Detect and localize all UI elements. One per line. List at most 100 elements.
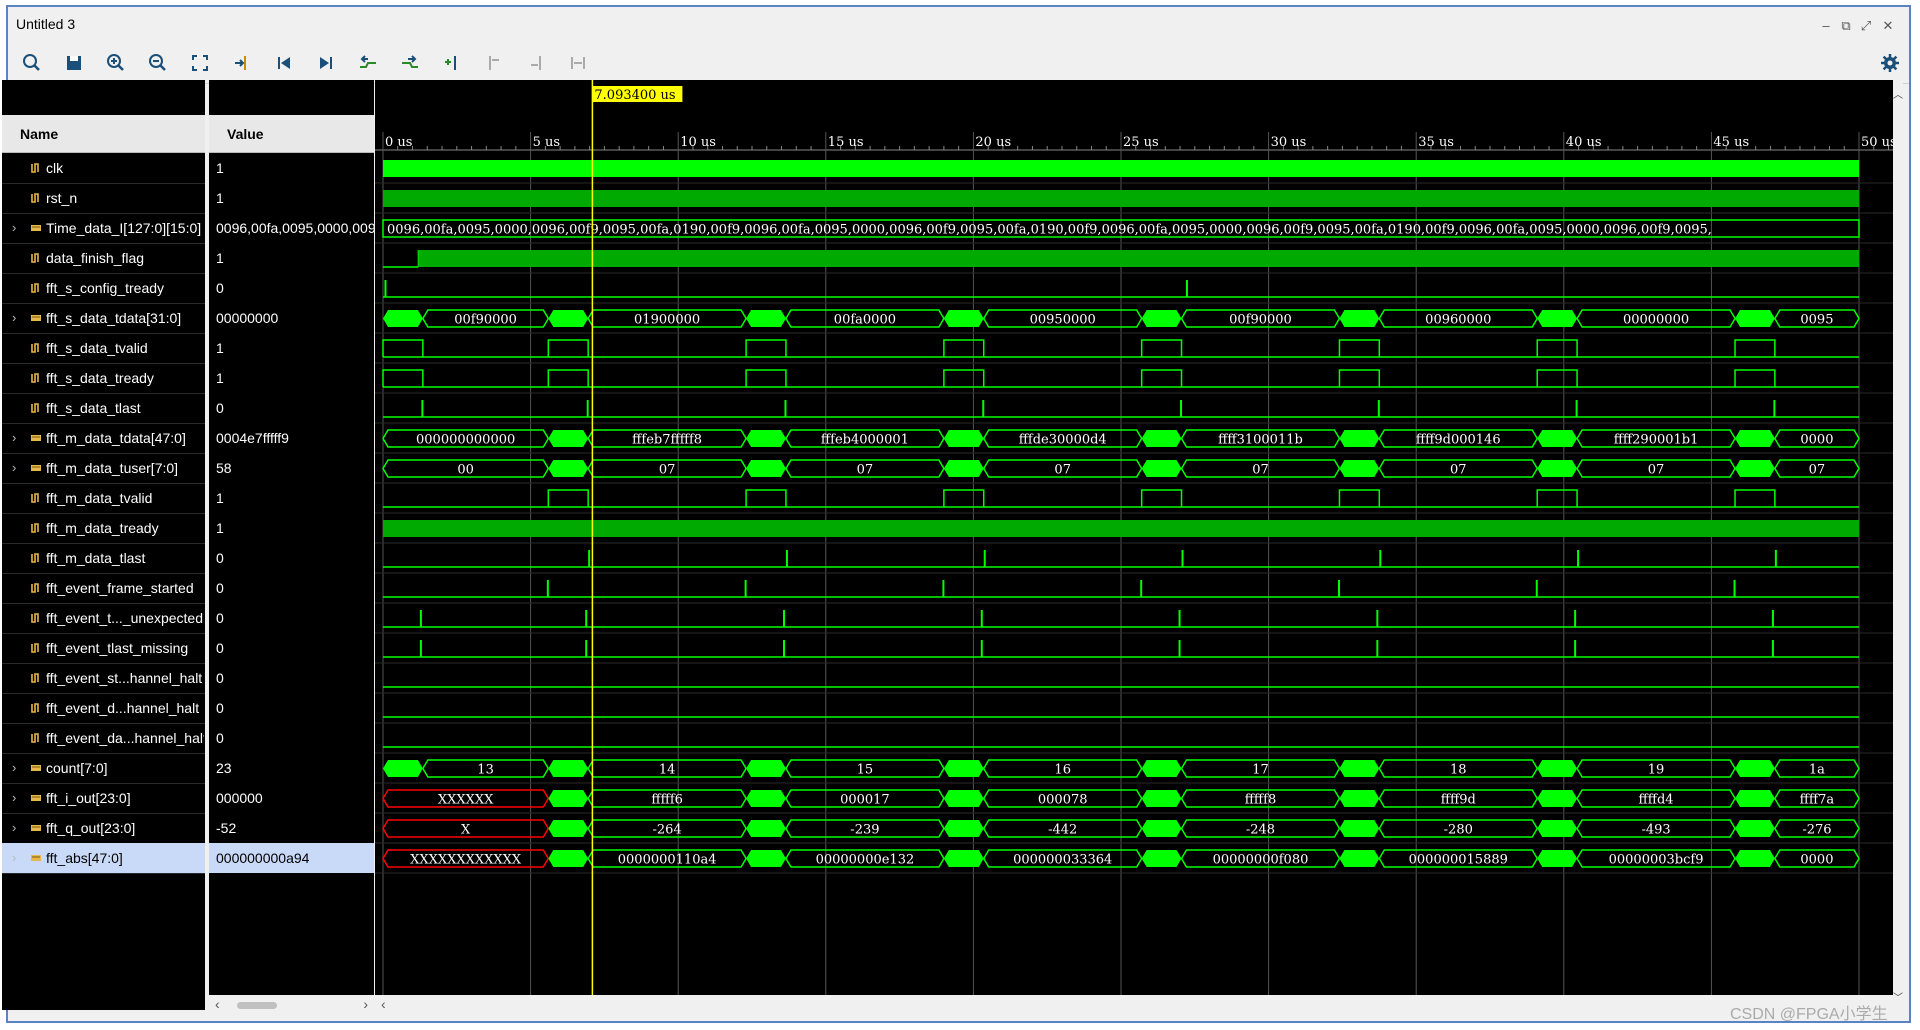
signal-row-fft-s-data-tvalid[interactable]: fft_s_data_tvalid [2, 333, 205, 363]
signal-value: 58 [216, 460, 232, 476]
maximize-icon[interactable]: ⤢ [1859, 19, 1873, 33]
bit-signal-icon [31, 733, 39, 743]
zoom-out-icon[interactable] [146, 51, 170, 75]
time-tick-label: 0 us [385, 135, 412, 150]
go-to-end-icon[interactable] [314, 51, 338, 75]
expand-chevron-icon[interactable]: › [12, 453, 16, 483]
signal-name: fft_event_d...hannel_halt [46, 700, 200, 716]
signal-row-fft-m-data-tdata-47-0[interactable]: › fft_m_data_tdata[47:0] [2, 423, 205, 453]
scroll-down-icon[interactable]: ﹀ [1893, 989, 1903, 1004]
bus-value-label: -442 [1048, 823, 1077, 838]
next-transition-icon[interactable] [398, 51, 422, 75]
signal-row-fft-event-tlast-missing[interactable]: fft_event_tlast_missing [2, 633, 205, 663]
signal-name: fft_q_out[23:0] [46, 820, 136, 836]
bus-value-label: fffff6 [651, 793, 683, 808]
signal-row-fft-m-data-tready[interactable]: fft_m_data_tready [2, 513, 205, 543]
settings-icon[interactable] [1878, 51, 1902, 75]
expand-chevron-icon[interactable]: › [12, 813, 16, 843]
go-to-cursor-icon[interactable] [230, 51, 254, 75]
minimize-icon[interactable]: – [1819, 19, 1833, 33]
signal-row-rst-n[interactable]: rst_n [2, 183, 205, 213]
signal-row-fft-m-data-tlast[interactable]: fft_m_data_tlast [2, 543, 205, 573]
wave-horizontal-scrollbar[interactable]: ‹ [375, 995, 1893, 1015]
signal-row-fft-q-out-23-0[interactable]: › fft_q_out[23:0] [2, 813, 205, 843]
bus-transition-fill [548, 460, 589, 477]
bus-value-label: ffff7a [1800, 793, 1835, 808]
search-icon[interactable] [20, 51, 44, 75]
signal-value: 1 [216, 340, 224, 356]
signal-row-fft-s-config-tready[interactable]: fft_s_config_tready [2, 273, 205, 303]
signal-row-fft-event-t-unexpected[interactable]: fft_event_t..._unexpected [2, 603, 205, 633]
wave-pulse [585, 610, 588, 627]
signal-name: data_finish_flag [46, 250, 145, 266]
signal-row-fft-s-data-tready[interactable]: fft_s_data_tready [2, 363, 205, 393]
expand-chevron-icon[interactable]: › [12, 753, 16, 783]
signal-row-fft-m-data-tuser-7-0[interactable]: › fft_m_data_tuser[7:0] [2, 453, 205, 483]
expand-chevron-icon[interactable]: › [12, 423, 16, 453]
scroll-thumb[interactable] [237, 1002, 277, 1009]
signal-name: fft_event_frame_started [46, 580, 194, 596]
signal-value: 0 [216, 550, 224, 566]
signal-row-count-7-0[interactable]: › count[7:0] [2, 753, 205, 783]
signal-row-fft-m-data-tvalid[interactable]: fft_m_data_tvalid [2, 483, 205, 513]
signal-row-fft-event-frame-started[interactable]: fft_event_frame_started [2, 573, 205, 603]
zoom-fit-icon[interactable] [188, 51, 212, 75]
close-icon[interactable]: ✕ [1881, 19, 1895, 33]
bit-signal-icon [31, 343, 39, 353]
expand-chevron-icon[interactable]: › [12, 213, 16, 243]
signal-row-data-finish-flag[interactable]: data_finish_flag [2, 243, 205, 273]
wave-pulse [983, 550, 986, 567]
bus-value-label: 15 [857, 763, 874, 778]
zoom-in-icon[interactable] [104, 51, 128, 75]
bit-signal-icon [31, 493, 39, 503]
previous-marker-icon[interactable] [482, 51, 506, 75]
wave-handshake-pulse [1536, 369, 1578, 387]
bus-value-label: 000017 [840, 793, 890, 808]
name-column-header[interactable]: Name [2, 115, 205, 153]
waveform-canvas[interactable]: 0 us 5 us 10 us 15 us 20 us 25 us 30 us 35 us 40… [375, 80, 1893, 1010]
restore-icon[interactable]: ⧉ [1839, 19, 1853, 33]
expand-chevron-icon[interactable]: › [12, 783, 16, 813]
wave-pulse [982, 400, 985, 417]
bus-transition-fill [548, 850, 589, 867]
wave-handshake-pulse [1140, 489, 1183, 507]
signal-value: 0 [216, 670, 224, 686]
wave-pulse [1577, 550, 1580, 567]
bit-signal-icon [31, 613, 39, 623]
value-horizontal-scrollbar[interactable]: ‹ › [209, 995, 374, 1015]
scroll-right-icon[interactable]: › [363, 996, 368, 1012]
scroll-left-icon[interactable]: ‹ [381, 996, 386, 1012]
expand-chevron-icon[interactable]: › [12, 843, 16, 873]
next-marker-icon[interactable] [524, 51, 548, 75]
scroll-left-icon[interactable]: ‹ [215, 996, 220, 1012]
wave-high-fill [383, 520, 1859, 537]
scroll-up-icon[interactable]: ︿ [1893, 86, 1903, 101]
vertical-scrollbar[interactable]: ︿ ﹀ [1893, 80, 1903, 1010]
signal-row-fft-s-data-tlast[interactable]: fft_s_data_tlast [2, 393, 205, 423]
signal-row-fft-event-d-hannel-halt[interactable]: fft_event_d...hannel_halt [2, 693, 205, 723]
save-icon[interactable] [62, 51, 86, 75]
bus-value-label: 00f90000 [1229, 313, 1292, 328]
signal-row-time-data-i-127-0-15-0[interactable]: › Time_data_I[127:0][15:0] [2, 213, 205, 243]
bus-transition-fill [1141, 820, 1182, 837]
bus-signal-icon [31, 315, 41, 321]
go-to-start-icon[interactable] [272, 51, 296, 75]
signal-row-fft-abs-47-0[interactable]: › fft_abs[47:0] [2, 843, 205, 873]
wave-pulse [1774, 550, 1777, 567]
swap-cursors-icon[interactable] [566, 51, 590, 75]
signal-row-fft-i-out-23-0[interactable]: › fft_i_out[23:0] [2, 783, 205, 813]
signal-name-panel: Name clk rst_n › Time_data_I[127:0][15:0]da… [2, 80, 205, 1010]
bus-transition-fill [1537, 790, 1578, 807]
signal-row-fft-event-da-hannel-halt[interactable]: fft_event_da...hannel_halt [2, 723, 205, 753]
expand-chevron-icon[interactable]: › [12, 303, 16, 333]
signal-value: 0096,00fa,0095,0000,0096 [216, 220, 374, 236]
signal-row-clk[interactable]: clk [2, 153, 205, 183]
bit-signal-icon [31, 193, 39, 203]
signal-row-fft-event-st-hannel-halt[interactable]: fft_event_st...hannel_halt [2, 663, 205, 693]
signal-value: 000000 [216, 790, 263, 806]
bus-transition-fill [1537, 760, 1578, 777]
previous-transition-icon[interactable] [356, 51, 380, 75]
signal-row-fft-s-data-tdata-31-0[interactable]: › fft_s_data_tdata[31:0] [2, 303, 205, 333]
value-column-header[interactable]: Value [209, 115, 374, 153]
add-marker-icon[interactable] [440, 51, 464, 75]
